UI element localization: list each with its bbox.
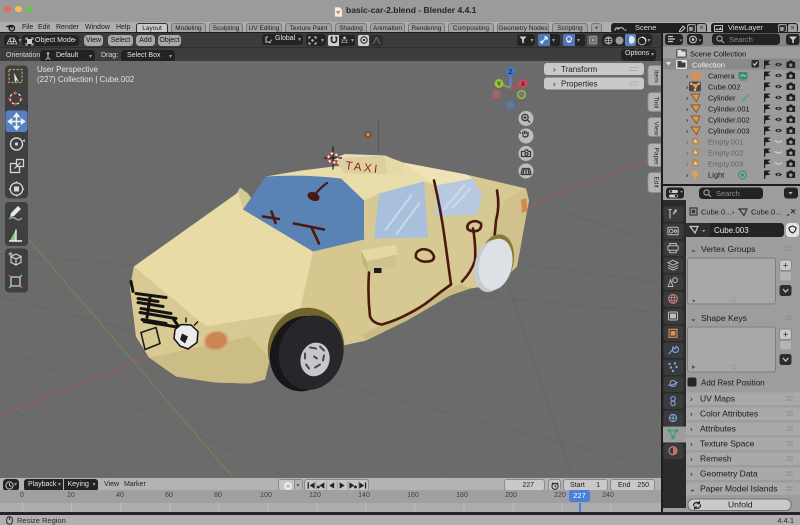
svg-text:Cube.003: Cube.003 bbox=[714, 226, 749, 235]
svg-text:Paper Model Islands: Paper Model Islands bbox=[700, 484, 778, 494]
svg-text:Empty.001: Empty.001 bbox=[708, 138, 743, 147]
svg-text:Attributes: Attributes bbox=[700, 424, 736, 434]
svg-text:›: › bbox=[686, 105, 689, 114]
svg-text:Camera: Camera bbox=[708, 72, 736, 81]
svg-text:X: X bbox=[521, 81, 525, 87]
svg-text:Geometry Data: Geometry Data bbox=[700, 469, 758, 479]
svg-text:Remesh: Remesh bbox=[700, 454, 732, 464]
svg-text:Z: Z bbox=[509, 69, 513, 75]
svg-text:UV Maps: UV Maps bbox=[700, 394, 735, 404]
svg-text::::: ::: bbox=[731, 365, 736, 371]
svg-text:Cube.0...: Cube.0... bbox=[701, 208, 731, 217]
svg-text:Paper: Paper bbox=[653, 147, 660, 165]
svg-text:Collection: Collection bbox=[692, 61, 725, 70]
svg-text:›: › bbox=[686, 138, 689, 147]
svg-text:›: › bbox=[686, 94, 689, 103]
svg-text:Scene Collection: Scene Collection bbox=[690, 50, 746, 59]
svg-text:Search: Search bbox=[729, 35, 753, 44]
svg-text:(227) Collection | Cube.002: (227) Collection | Cube.002 bbox=[37, 75, 135, 84]
svg-text:⌄: ⌄ bbox=[689, 485, 696, 494]
svg-text:Vertex Groups: Vertex Groups bbox=[701, 244, 755, 254]
svg-text:Item: Item bbox=[653, 70, 660, 83]
svg-text:›: › bbox=[686, 171, 689, 180]
svg-text:›: › bbox=[732, 208, 735, 217]
svg-text:Shape Keys: Shape Keys bbox=[701, 313, 747, 323]
svg-text:Properties: Properties bbox=[561, 79, 597, 88]
svg-text::::: ::: bbox=[731, 297, 736, 303]
svg-text:›: › bbox=[553, 65, 556, 74]
svg-text:Search: Search bbox=[716, 189, 740, 198]
svg-text:Cube.0...: Cube.0... bbox=[751, 208, 781, 217]
svg-text:Edit: Edit bbox=[653, 176, 660, 187]
svg-text:Cylinder.002: Cylinder.002 bbox=[708, 116, 750, 125]
svg-text:›: › bbox=[690, 440, 693, 449]
svg-text:›: › bbox=[690, 470, 693, 479]
svg-text:›: › bbox=[686, 127, 689, 136]
svg-text:Cylinder.003: Cylinder.003 bbox=[708, 127, 750, 136]
svg-text:⌄: ⌄ bbox=[690, 245, 697, 254]
svg-text:Empty.003: Empty.003 bbox=[708, 160, 743, 169]
svg-text:+: + bbox=[783, 330, 788, 340]
svg-text:›: › bbox=[686, 83, 689, 92]
svg-text:Y: Y bbox=[497, 81, 501, 87]
svg-text:Cylinder.001: Cylinder.001 bbox=[708, 105, 750, 114]
svg-text:User Perspective: User Perspective bbox=[37, 65, 98, 74]
svg-text:Light: Light bbox=[708, 171, 725, 180]
svg-text:›: › bbox=[686, 160, 689, 169]
svg-text:Cylinder: Cylinder bbox=[708, 94, 736, 103]
svg-text:›: › bbox=[686, 149, 689, 158]
svg-text:View: View bbox=[653, 121, 660, 135]
svg-text:›: › bbox=[686, 116, 689, 125]
svg-text:Transform: Transform bbox=[561, 65, 597, 74]
svg-text:›: › bbox=[690, 395, 693, 404]
svg-text:⌄: ⌄ bbox=[690, 314, 697, 323]
svg-text:+: + bbox=[783, 261, 788, 271]
svg-text:Add Rest Position: Add Rest Position bbox=[701, 379, 765, 388]
svg-text:Tool: Tool bbox=[653, 96, 660, 108]
svg-text:›: › bbox=[690, 410, 693, 419]
svg-text:Color Attributes: Color Attributes bbox=[700, 409, 758, 419]
svg-text:›: › bbox=[553, 79, 556, 88]
svg-text:Unfold: Unfold bbox=[728, 500, 753, 510]
svg-text:Cube.002: Cube.002 bbox=[708, 83, 741, 92]
svg-text:›: › bbox=[690, 455, 693, 464]
svg-text:›: › bbox=[690, 425, 693, 434]
svg-text:Texture Space: Texture Space bbox=[700, 439, 755, 449]
svg-text:›: › bbox=[686, 72, 689, 81]
svg-text:Empty.002: Empty.002 bbox=[708, 149, 743, 158]
